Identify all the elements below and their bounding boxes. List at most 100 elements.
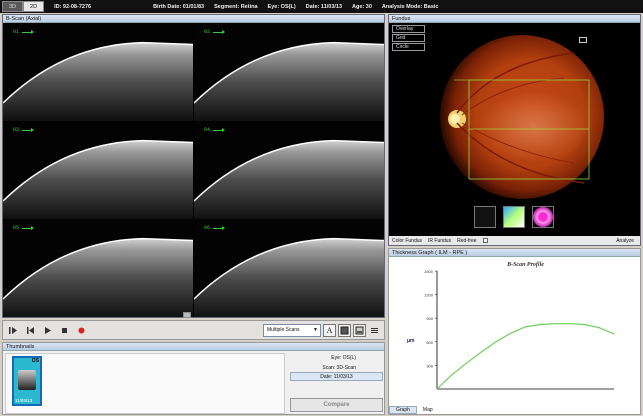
fundus-panel: Fundus Overlay Grid Circle Color Fundus … <box>388 14 641 246</box>
scan-index-label: 05 <box>13 225 35 231</box>
single-view-icon[interactable] <box>338 323 351 337</box>
y-tick-label: 600 <box>426 340 433 345</box>
y-tick-label: 300 <box>426 363 433 368</box>
bscan-image <box>3 139 193 219</box>
y-tick-label: 1200 <box>424 293 434 298</box>
bscan-image <box>194 41 384 121</box>
bscan-panel: B-Scan (Axial) 01 02 03 04 05 06 <box>2 14 385 318</box>
data-point <box>451 374 453 376</box>
data-point <box>569 323 571 325</box>
scan-index-label: 04 <box>204 127 226 133</box>
data-point <box>554 323 556 325</box>
eye: Eye: OS(L) <box>267 3 296 10</box>
etdrs-map-thumb[interactable] <box>532 206 554 228</box>
tab-2d[interactable]: 2D <box>23 1 45 12</box>
data-point <box>495 341 497 343</box>
play-icon[interactable] <box>40 323 54 337</box>
fundus-image[interactable] <box>434 23 604 213</box>
tab-ir-fundus[interactable]: IR Fundus <box>428 238 451 244</box>
exam-date: Date: 11/03/13 <box>305 3 343 10</box>
circle-toggle[interactable]: Circle <box>392 43 425 51</box>
thumbnails-panel: Thumbnails OS 11/03/13 Eye: OS(L) Scan: … <box>2 342 385 415</box>
scan-index-label: 02 <box>204 29 226 35</box>
bscan-tile[interactable]: 01 <box>3 23 193 121</box>
bscan-tile[interactable]: 03 <box>3 121 193 219</box>
scan-index: 04 <box>204 127 211 133</box>
segment: Segment: Retina <box>214 3 258 10</box>
y-axis-label: μm <box>407 338 415 344</box>
data-point <box>613 333 615 335</box>
data-point <box>524 326 527 328</box>
bscan-image <box>194 139 384 219</box>
expand-icon[interactable] <box>579 37 587 43</box>
data-point <box>510 332 512 334</box>
view-mode-value: Multiple Scans <box>267 327 300 333</box>
thickness-tabs: Graph Map <box>389 406 640 414</box>
tab-map[interactable]: Map <box>417 406 439 414</box>
tab-3d[interactable]: 3D <box>2 1 24 12</box>
font-button[interactable]: A <box>323 323 336 337</box>
bscan-tile[interactable]: 04 <box>194 121 384 219</box>
grid-toggle[interactable]: Grid <box>392 34 425 42</box>
scan-index-label: 01 <box>13 29 35 35</box>
view-mode-select[interactable]: Multiple Scans ▼ <box>263 323 321 337</box>
scan-index: 02 <box>204 29 211 35</box>
scan-scroll-thumb[interactable] <box>183 312 191 318</box>
thickness-line <box>436 323 615 390</box>
scan-index-label: 06 <box>204 225 226 231</box>
thumbnail-strip: OS 11/03/13 <box>5 353 285 414</box>
chevron-down-icon: ▼ <box>313 327 318 333</box>
ir-fundus-thumb[interactable] <box>474 206 496 228</box>
analyze-link[interactable]: Analyze <box>616 238 634 244</box>
tab-red-free[interactable]: Red-free <box>457 238 476 244</box>
analysis-mode: Analysis Mode: Basic <box>381 3 439 10</box>
tab-graph[interactable]: Graph <box>389 406 417 414</box>
thumbnail-item[interactable]: OS 11/03/13 <box>12 356 42 406</box>
arrow-right-icon <box>22 29 35 34</box>
record-icon[interactable] <box>74 323 88 337</box>
tab-color-fundus[interactable]: Color Fundus <box>392 238 422 244</box>
overlay-toggle[interactable]: Overlay <box>392 25 425 33</box>
patient-id: ID: 92-08-7276 <box>54 3 92 10</box>
thumbnails-header: Thumbnails <box>3 343 384 351</box>
thumbnail-eye: OS <box>31 358 39 364</box>
bscan-tile[interactable]: 05 <box>3 219 193 317</box>
scan-index: 05 <box>13 225 20 231</box>
thickness-panel: Thickness Graph ( ILM - RPE ) B-Scan Pro… <box>388 248 641 415</box>
bscan-tile[interactable]: 06 <box>194 219 384 317</box>
scan-index: 06 <box>204 225 211 231</box>
bscan-image <box>3 41 193 121</box>
birth-date: Birth Date: 01/01/83 <box>153 3 205 10</box>
patient-info-bar: 3D 2D ID: 92-08-7276 Birth Date: 01/01/8… <box>0 0 643 13</box>
arrow-right-icon <box>22 225 35 230</box>
y-tick-label: 900 <box>426 316 433 321</box>
scan-index: 01 <box>13 29 20 35</box>
thickness-header: Thickness Graph ( ILM - RPE ) <box>389 249 640 257</box>
bscan-tile[interactable]: 02 <box>194 23 384 121</box>
first-frame-icon[interactable] <box>23 323 37 337</box>
arrow-right-icon <box>22 127 35 132</box>
thumbnail-date: 11/03/13 <box>15 398 33 403</box>
arrow-right-icon <box>213 127 226 132</box>
thickness-map-thumb[interactable] <box>503 206 525 228</box>
bscan-image <box>194 237 384 317</box>
stop-icon[interactable] <box>57 323 71 337</box>
scan-info: Eye: OS(L) Scan: 3D-Scan <box>288 353 384 373</box>
arrow-right-icon <box>213 225 226 230</box>
thumbnail-image <box>18 370 36 390</box>
info-eye: Eye: OS(L) <box>331 355 356 361</box>
layout-icon[interactable] <box>368 324 381 337</box>
bscan-image <box>3 237 193 317</box>
data-point <box>465 362 468 364</box>
compare-button[interactable]: Compare <box>290 398 383 412</box>
fundus-tabs: Color Fundus IR Fundus Red-free Analyze <box>389 236 640 245</box>
info-date: Date: 11/03/13 <box>290 372 383 381</box>
y-tick-label: 1500 <box>424 269 434 274</box>
red-free-checkbox[interactable] <box>482 238 488 243</box>
step-next-icon[interactable] <box>6 323 20 337</box>
data-point <box>436 388 438 390</box>
thickness-chart: B-Scan Profile 1500 1200 900 600 300 μm <box>407 262 615 390</box>
age: Age: 30 <box>352 3 372 10</box>
data-point <box>539 323 541 326</box>
split-view-icon[interactable] <box>353 323 366 337</box>
